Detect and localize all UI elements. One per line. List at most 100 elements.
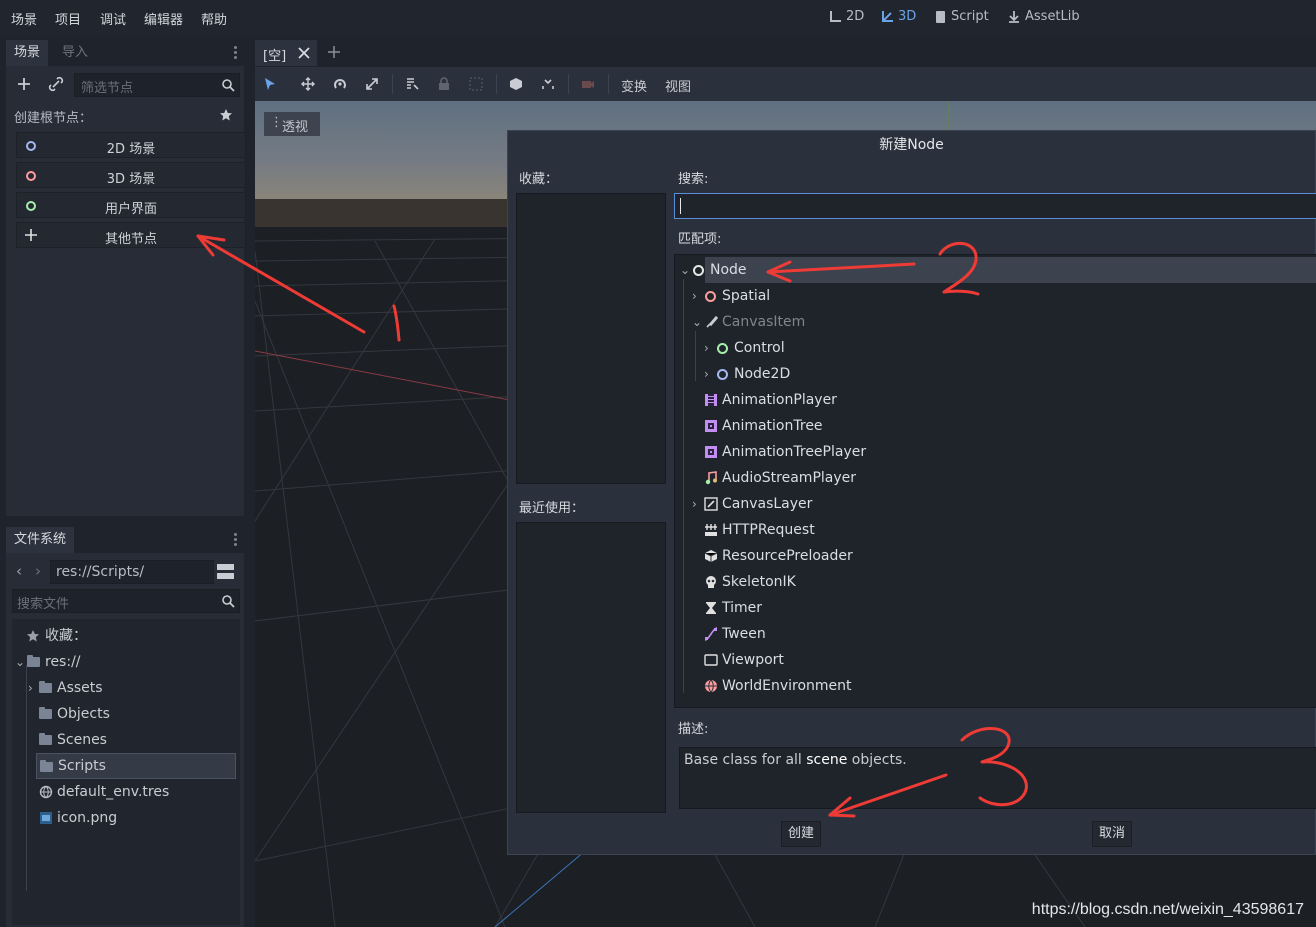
- add-tab-icon[interactable]: [327, 45, 341, 59]
- chevron-down-icon[interactable]: ⌄: [15, 649, 25, 675]
- tree-row-animationtreeplayer[interactable]: AnimationTreePlayer: [675, 439, 975, 465]
- chevron-down-icon[interactable]: ⌄: [692, 309, 702, 335]
- favorites-list[interactable]: [516, 193, 666, 484]
- dock-menu-icon[interactable]: [234, 45, 238, 61]
- tree-row-animationplayer[interactable]: AnimationPlayer: [675, 387, 975, 413]
- root-3d-scene-button[interactable]: 3D 场景: [16, 162, 246, 188]
- workspace-2d-button[interactable]: 2D: [828, 9, 864, 24]
- rotate-tool-icon[interactable]: [333, 77, 347, 91]
- split-view-icon[interactable]: [217, 563, 235, 581]
- tree-row-worldenvironment[interactable]: WorldEnvironment: [675, 673, 975, 699]
- scene-tab-empty[interactable]: [空]: [255, 40, 317, 66]
- add-node-icon[interactable]: [16, 76, 32, 92]
- create-button[interactable]: 创建: [781, 821, 821, 847]
- tree-row-node-content[interactable]: ⌄ Node: [675, 257, 975, 283]
- workspace-assetlib-button[interactable]: AssetLib: [1007, 9, 1080, 24]
- folder-row-assets[interactable]: › Assets: [12, 675, 240, 701]
- menu-scene[interactable]: 场景: [11, 9, 37, 28]
- menu-help[interactable]: 帮助: [201, 9, 227, 28]
- close-icon[interactable]: [298, 47, 310, 59]
- workspace-script-button[interactable]: Script: [933, 9, 989, 24]
- workspace-3d-label: 3D: [898, 9, 917, 24]
- tree-row-node2d[interactable]: › Node2D: [675, 361, 975, 387]
- viewport-icon: [704, 654, 718, 666]
- tree-row-audiostreamplayer[interactable]: AudioStreamPlayer: [675, 465, 975, 491]
- dialog-title: 新建Node: [879, 137, 944, 153]
- file-row-default-env[interactable]: default_env.tres: [12, 779, 240, 805]
- tab-import[interactable]: 导入: [54, 40, 96, 66]
- tree-row-canvaslayer[interactable]: › CanvasLayer: [675, 491, 975, 517]
- transform-menu[interactable]: 变换: [621, 76, 647, 95]
- chevron-right-icon[interactable]: ›: [692, 491, 697, 517]
- tree-row-canvasitem[interactable]: ⌄ CanvasItem: [675, 309, 975, 335]
- workspace-2d-label: 2D: [846, 9, 865, 24]
- folder-icon: [39, 681, 52, 693]
- search-input[interactable]: [674, 193, 1316, 219]
- back-arrow-icon[interactable]: ‹: [16, 562, 22, 580]
- view-menu[interactable]: 视图: [665, 76, 691, 95]
- tab-filesystem[interactable]: 文件系统: [6, 527, 75, 553]
- file-search-input[interactable]: 搜索文件: [12, 589, 240, 613]
- skull-icon: [706, 576, 716, 588]
- camera-icon[interactable]: [581, 77, 595, 91]
- description-box: Base class for all scene objects.: [679, 747, 1316, 809]
- snap-icon[interactable]: [541, 77, 555, 91]
- group-icon[interactable]: [469, 77, 483, 91]
- favorites-row[interactable]: 收藏：: [12, 623, 240, 649]
- forward-arrow-icon[interactable]: ›: [35, 562, 41, 580]
- tween-icon: [704, 627, 718, 641]
- menu-project[interactable]: 项目: [55, 9, 81, 28]
- file-row-icon-png[interactable]: icon.png: [12, 805, 240, 831]
- chevron-right-icon[interactable]: ›: [28, 675, 33, 701]
- folder-icon: [40, 760, 53, 772]
- tree-row-tween[interactable]: Tween: [675, 621, 975, 647]
- star-icon: [27, 630, 39, 642]
- tree-row-control[interactable]: › Control: [675, 335, 975, 361]
- perspective-menu[interactable]: ⋮ 透视: [264, 112, 320, 136]
- chevron-right-icon[interactable]: ›: [704, 335, 709, 361]
- chevron-right-icon[interactable]: ›: [704, 361, 709, 387]
- image-icon: [40, 812, 52, 824]
- move-tool-icon[interactable]: [301, 77, 315, 91]
- list-select-icon[interactable]: [405, 77, 419, 91]
- folder-row-scripts[interactable]: Scripts: [36, 753, 236, 779]
- workspace-script-label: Script: [951, 9, 989, 24]
- lock-icon[interactable]: [437, 77, 451, 91]
- tree-row-skeletonik[interactable]: SkeletonIK: [675, 569, 975, 595]
- select-tool-icon[interactable]: [263, 77, 277, 91]
- favorite-star-icon[interactable]: [219, 108, 233, 122]
- file-tree: 收藏： ⌄ res:// › Assets Objects Scenes Scr…: [12, 619, 240, 925]
- description-text: Base class for all scene objects.: [684, 752, 907, 768]
- node-filter-input[interactable]: 筛选节点: [74, 73, 240, 97]
- tree-row-timer[interactable]: Timer: [675, 595, 975, 621]
- folder-row-scenes[interactable]: Scenes: [12, 727, 240, 753]
- folder-row-objects[interactable]: Objects: [12, 701, 240, 727]
- cube-icon[interactable]: [509, 77, 523, 91]
- root-2d-scene-button[interactable]: 2D 场景: [16, 132, 246, 158]
- chevron-down-icon[interactable]: ⌄: [680, 257, 690, 283]
- tree-row-httprequest[interactable]: HTTPRequest: [675, 517, 975, 543]
- scene-dock: 筛选节点 创建根节点： 2D 场景 3D 场景 用户界面 其他节点: [6, 66, 246, 516]
- tree-row-spatial[interactable]: › Spatial: [675, 283, 975, 309]
- scale-tool-icon[interactable]: [365, 77, 379, 91]
- root-ui-button[interactable]: 用户界面: [16, 192, 246, 218]
- recent-label: 最近使用：: [519, 501, 585, 516]
- link-icon[interactable]: [48, 76, 64, 92]
- animation-tree-icon: [705, 446, 717, 458]
- recent-list[interactable]: [516, 522, 666, 813]
- script-icon: [936, 10, 945, 23]
- root-other-node-button[interactable]: 其他节点: [16, 222, 246, 248]
- workspace-3d-button[interactable]: 3D: [880, 9, 916, 24]
- chevron-right-icon[interactable]: ›: [692, 283, 697, 309]
- path-field[interactable]: res://Scripts/: [50, 560, 214, 584]
- dock-menu-icon[interactable]: [234, 532, 238, 548]
- res-root-row[interactable]: ⌄ res://: [12, 649, 240, 675]
- matches-tree: ⌄ Node › Spatial ⌄ CanvasItem › Control …: [674, 254, 1316, 708]
- tree-row-resourcepreloader[interactable]: ResourcePreloader: [675, 543, 975, 569]
- tree-row-animationtree[interactable]: AnimationTree: [675, 413, 975, 439]
- cancel-button[interactable]: 取消: [1092, 821, 1132, 847]
- menu-debug[interactable]: 调试: [100, 9, 126, 28]
- menu-editor[interactable]: 编辑器: [144, 9, 183, 28]
- tree-row-viewport[interactable]: Viewport: [675, 647, 975, 673]
- tab-scene[interactable]: 场景: [6, 40, 49, 66]
